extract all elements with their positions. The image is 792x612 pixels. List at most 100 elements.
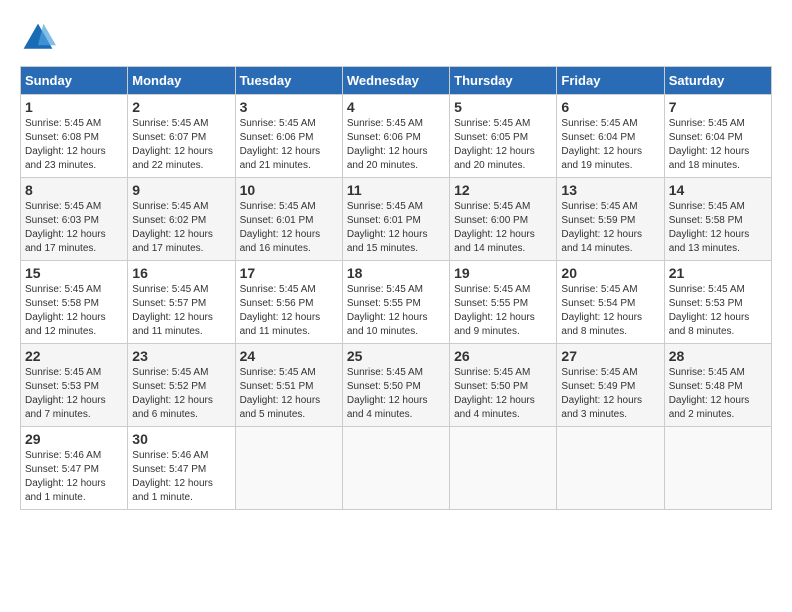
day-number: 11 <box>347 182 445 198</box>
day-info: Sunrise: 5:45 AM Sunset: 5:51 PM Dayligh… <box>240 366 338 422</box>
day-number: 7 <box>669 99 767 115</box>
day-info: Sunrise: 5:45 AM Sunset: 5:55 PM Dayligh… <box>454 283 552 339</box>
col-tuesday: Tuesday <box>235 67 342 95</box>
logo <box>20 20 60 56</box>
day-info: Sunrise: 5:45 AM Sunset: 5:57 PM Dayligh… <box>132 283 230 339</box>
day-number: 19 <box>454 265 552 281</box>
day-number: 24 <box>240 348 338 364</box>
day-info: Sunrise: 5:45 AM Sunset: 6:06 PM Dayligh… <box>347 117 445 173</box>
day-number: 22 <box>25 348 123 364</box>
day-info: Sunrise: 5:45 AM Sunset: 5:53 PM Dayligh… <box>25 366 123 422</box>
table-row: 26 Sunrise: 5:45 AM Sunset: 5:50 PM Dayl… <box>450 344 557 427</box>
day-number: 18 <box>347 265 445 281</box>
day-info: Sunrise: 5:45 AM Sunset: 5:48 PM Dayligh… <box>669 366 767 422</box>
day-number: 12 <box>454 182 552 198</box>
day-number: 13 <box>561 182 659 198</box>
table-row: 9 Sunrise: 5:45 AM Sunset: 6:02 PM Dayli… <box>128 178 235 261</box>
table-row: 29 Sunrise: 5:46 AM Sunset: 5:47 PM Dayl… <box>21 427 128 510</box>
day-info: Sunrise: 5:45 AM Sunset: 6:03 PM Dayligh… <box>25 200 123 256</box>
table-row: 11 Sunrise: 5:45 AM Sunset: 6:01 PM Dayl… <box>342 178 449 261</box>
table-row: 15 Sunrise: 5:45 AM Sunset: 5:58 PM Dayl… <box>21 261 128 344</box>
table-row <box>235 427 342 510</box>
day-info: Sunrise: 5:45 AM Sunset: 6:08 PM Dayligh… <box>25 117 123 173</box>
table-row: 27 Sunrise: 5:45 AM Sunset: 5:49 PM Dayl… <box>557 344 664 427</box>
col-wednesday: Wednesday <box>342 67 449 95</box>
table-row: 3 Sunrise: 5:45 AM Sunset: 6:06 PM Dayli… <box>235 95 342 178</box>
table-row: 12 Sunrise: 5:45 AM Sunset: 6:00 PM Dayl… <box>450 178 557 261</box>
table-row: 18 Sunrise: 5:45 AM Sunset: 5:55 PM Dayl… <box>342 261 449 344</box>
day-number: 1 <box>25 99 123 115</box>
table-row <box>450 427 557 510</box>
table-row: 22 Sunrise: 5:45 AM Sunset: 5:53 PM Dayl… <box>21 344 128 427</box>
table-row: 21 Sunrise: 5:45 AM Sunset: 5:53 PM Dayl… <box>664 261 771 344</box>
table-row: 24 Sunrise: 5:45 AM Sunset: 5:51 PM Dayl… <box>235 344 342 427</box>
day-info: Sunrise: 5:46 AM Sunset: 5:47 PM Dayligh… <box>25 449 123 505</box>
calendar-row: 22 Sunrise: 5:45 AM Sunset: 5:53 PM Dayl… <box>21 344 772 427</box>
day-info: Sunrise: 5:45 AM Sunset: 5:52 PM Dayligh… <box>132 366 230 422</box>
table-row: 6 Sunrise: 5:45 AM Sunset: 6:04 PM Dayli… <box>557 95 664 178</box>
table-row <box>557 427 664 510</box>
day-number: 29 <box>25 431 123 447</box>
day-info: Sunrise: 5:45 AM Sunset: 5:49 PM Dayligh… <box>561 366 659 422</box>
table-row: 20 Sunrise: 5:45 AM Sunset: 5:54 PM Dayl… <box>557 261 664 344</box>
table-row: 14 Sunrise: 5:45 AM Sunset: 5:58 PM Dayl… <box>664 178 771 261</box>
day-number: 20 <box>561 265 659 281</box>
day-info: Sunrise: 5:45 AM Sunset: 6:04 PM Dayligh… <box>561 117 659 173</box>
day-info: Sunrise: 5:45 AM Sunset: 6:05 PM Dayligh… <box>454 117 552 173</box>
day-number: 4 <box>347 99 445 115</box>
day-number: 28 <box>669 348 767 364</box>
col-monday: Monday <box>128 67 235 95</box>
day-info: Sunrise: 5:45 AM Sunset: 5:59 PM Dayligh… <box>561 200 659 256</box>
day-number: 21 <box>669 265 767 281</box>
day-info: Sunrise: 5:45 AM Sunset: 5:50 PM Dayligh… <box>347 366 445 422</box>
table-row: 5 Sunrise: 5:45 AM Sunset: 6:05 PM Dayli… <box>450 95 557 178</box>
day-number: 5 <box>454 99 552 115</box>
calendar-row: 8 Sunrise: 5:45 AM Sunset: 6:03 PM Dayli… <box>21 178 772 261</box>
table-row <box>664 427 771 510</box>
table-row: 13 Sunrise: 5:45 AM Sunset: 5:59 PM Dayl… <box>557 178 664 261</box>
day-number: 6 <box>561 99 659 115</box>
calendar-table: Sunday Monday Tuesday Wednesday Thursday… <box>20 66 772 510</box>
day-number: 9 <box>132 182 230 198</box>
day-info: Sunrise: 5:45 AM Sunset: 6:06 PM Dayligh… <box>240 117 338 173</box>
table-row: 28 Sunrise: 5:45 AM Sunset: 5:48 PM Dayl… <box>664 344 771 427</box>
table-row: 30 Sunrise: 5:46 AM Sunset: 5:47 PM Dayl… <box>128 427 235 510</box>
day-number: 2 <box>132 99 230 115</box>
day-number: 17 <box>240 265 338 281</box>
table-row: 16 Sunrise: 5:45 AM Sunset: 5:57 PM Dayl… <box>128 261 235 344</box>
day-number: 26 <box>454 348 552 364</box>
table-row <box>342 427 449 510</box>
table-row: 25 Sunrise: 5:45 AM Sunset: 5:50 PM Dayl… <box>342 344 449 427</box>
day-info: Sunrise: 5:45 AM Sunset: 6:00 PM Dayligh… <box>454 200 552 256</box>
day-info: Sunrise: 5:45 AM Sunset: 6:02 PM Dayligh… <box>132 200 230 256</box>
page-header <box>20 20 772 56</box>
day-number: 3 <box>240 99 338 115</box>
day-number: 14 <box>669 182 767 198</box>
day-info: Sunrise: 5:45 AM Sunset: 5:55 PM Dayligh… <box>347 283 445 339</box>
table-row: 2 Sunrise: 5:45 AM Sunset: 6:07 PM Dayli… <box>128 95 235 178</box>
day-number: 30 <box>132 431 230 447</box>
day-number: 25 <box>347 348 445 364</box>
day-info: Sunrise: 5:45 AM Sunset: 5:54 PM Dayligh… <box>561 283 659 339</box>
table-row: 4 Sunrise: 5:45 AM Sunset: 6:06 PM Dayli… <box>342 95 449 178</box>
day-info: Sunrise: 5:45 AM Sunset: 5:56 PM Dayligh… <box>240 283 338 339</box>
day-info: Sunrise: 5:46 AM Sunset: 5:47 PM Dayligh… <box>132 449 230 505</box>
day-info: Sunrise: 5:45 AM Sunset: 5:50 PM Dayligh… <box>454 366 552 422</box>
day-info: Sunrise: 5:45 AM Sunset: 6:04 PM Dayligh… <box>669 117 767 173</box>
table-row: 23 Sunrise: 5:45 AM Sunset: 5:52 PM Dayl… <box>128 344 235 427</box>
col-sunday: Sunday <box>21 67 128 95</box>
calendar-row: 15 Sunrise: 5:45 AM Sunset: 5:58 PM Dayl… <box>21 261 772 344</box>
table-row: 17 Sunrise: 5:45 AM Sunset: 5:56 PM Dayl… <box>235 261 342 344</box>
day-number: 10 <box>240 182 338 198</box>
day-info: Sunrise: 5:45 AM Sunset: 5:58 PM Dayligh… <box>669 200 767 256</box>
day-info: Sunrise: 5:45 AM Sunset: 5:58 PM Dayligh… <box>25 283 123 339</box>
day-number: 23 <box>132 348 230 364</box>
col-saturday: Saturday <box>664 67 771 95</box>
day-number: 15 <box>25 265 123 281</box>
day-number: 8 <box>25 182 123 198</box>
day-info: Sunrise: 5:45 AM Sunset: 6:07 PM Dayligh… <box>132 117 230 173</box>
col-thursday: Thursday <box>450 67 557 95</box>
table-row: 19 Sunrise: 5:45 AM Sunset: 5:55 PM Dayl… <box>450 261 557 344</box>
col-friday: Friday <box>557 67 664 95</box>
table-row: 10 Sunrise: 5:45 AM Sunset: 6:01 PM Dayl… <box>235 178 342 261</box>
